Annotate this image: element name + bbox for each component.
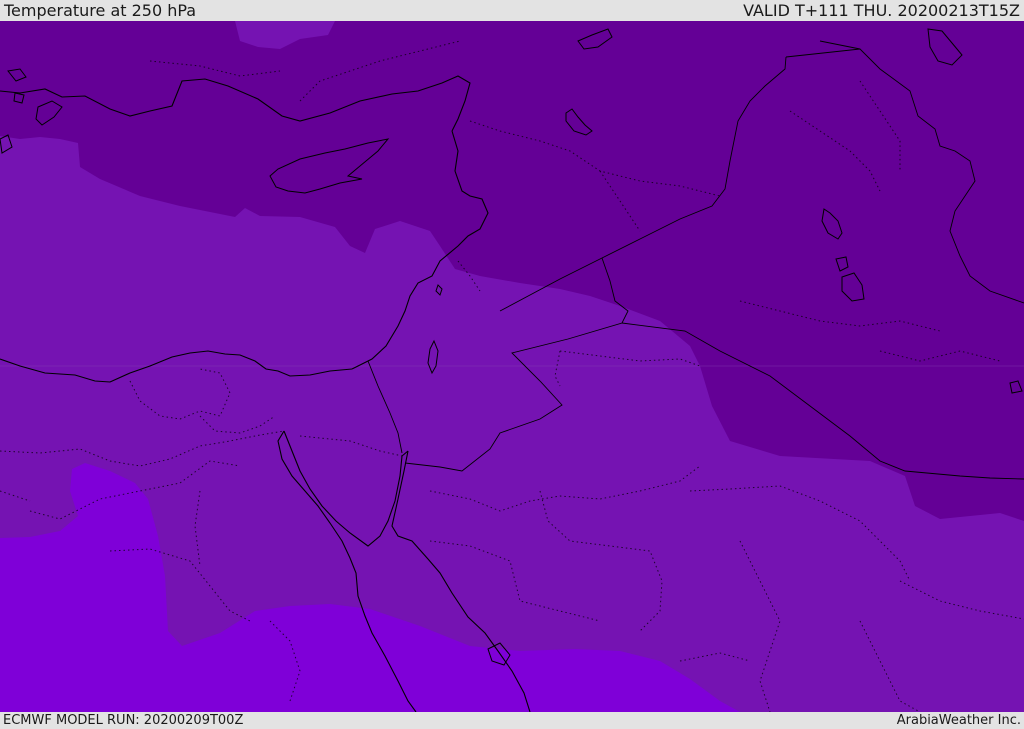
map-header: Temperature at 250 hPa VALID T+111 THU. … (0, 0, 1024, 21)
map-title: Temperature at 250 hPa (4, 1, 197, 20)
temperature-map (0, 21, 1024, 712)
valid-time: VALID T+111 THU. 20200213T15Z (743, 1, 1020, 20)
model-run: ECMWF MODEL RUN: 20200209T00Z (3, 713, 244, 728)
map-footer: ECMWF MODEL RUN: 20200209T00Z ArabiaWeat… (0, 712, 1024, 729)
credit: ArabiaWeather Inc. (896, 713, 1021, 728)
